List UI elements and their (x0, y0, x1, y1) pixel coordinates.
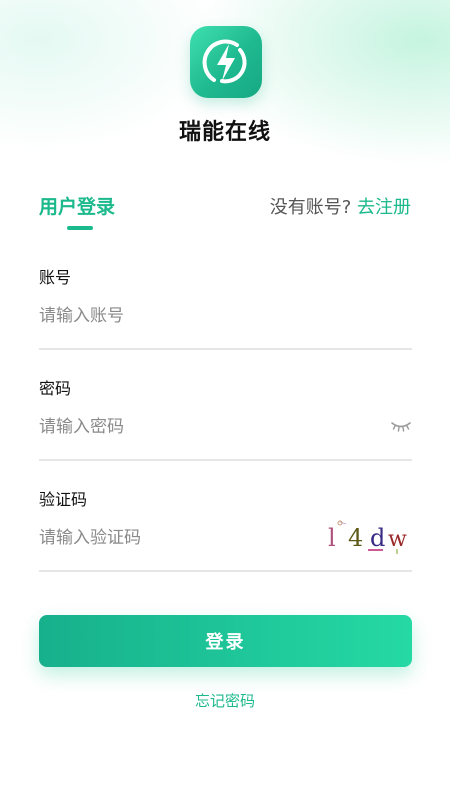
lightning-bolt-icon (202, 39, 247, 84)
svg-text:d: d (370, 524, 385, 552)
account-divider (39, 348, 412, 350)
login-button[interactable]: 登录 (39, 615, 412, 667)
captcha-input[interactable] (39, 522, 329, 554)
register-link[interactable]: 去注册 (357, 197, 411, 218)
password-divider (39, 459, 412, 461)
account-input[interactable] (39, 300, 329, 332)
captcha-label: 验证码 (39, 490, 88, 509)
eye-closed-icon[interactable] (390, 419, 412, 433)
svg-text:l: l (328, 524, 336, 552)
captcha-divider (39, 570, 412, 572)
password-label: 密码 (39, 379, 72, 398)
account-label: 账号 (39, 268, 72, 287)
tab-user-login[interactable]: 用户登录 (39, 192, 115, 219)
register-row: 没有账号? 去注册 (270, 193, 411, 219)
svg-text:w: w (388, 527, 407, 552)
app-logo (190, 26, 262, 98)
captcha-image[interactable]: l 4 d w (326, 516, 408, 556)
tab-active-indicator (67, 226, 93, 230)
register-prompt: 没有账号? (269, 197, 352, 218)
forgot-password-link[interactable]: 忘记密码 (195, 692, 255, 710)
password-input[interactable] (39, 411, 329, 443)
svg-text:4: 4 (348, 524, 363, 552)
app-name: 瑞能在线 (178, 120, 271, 145)
forgot-password-row: 忘记密码 (0, 690, 450, 711)
